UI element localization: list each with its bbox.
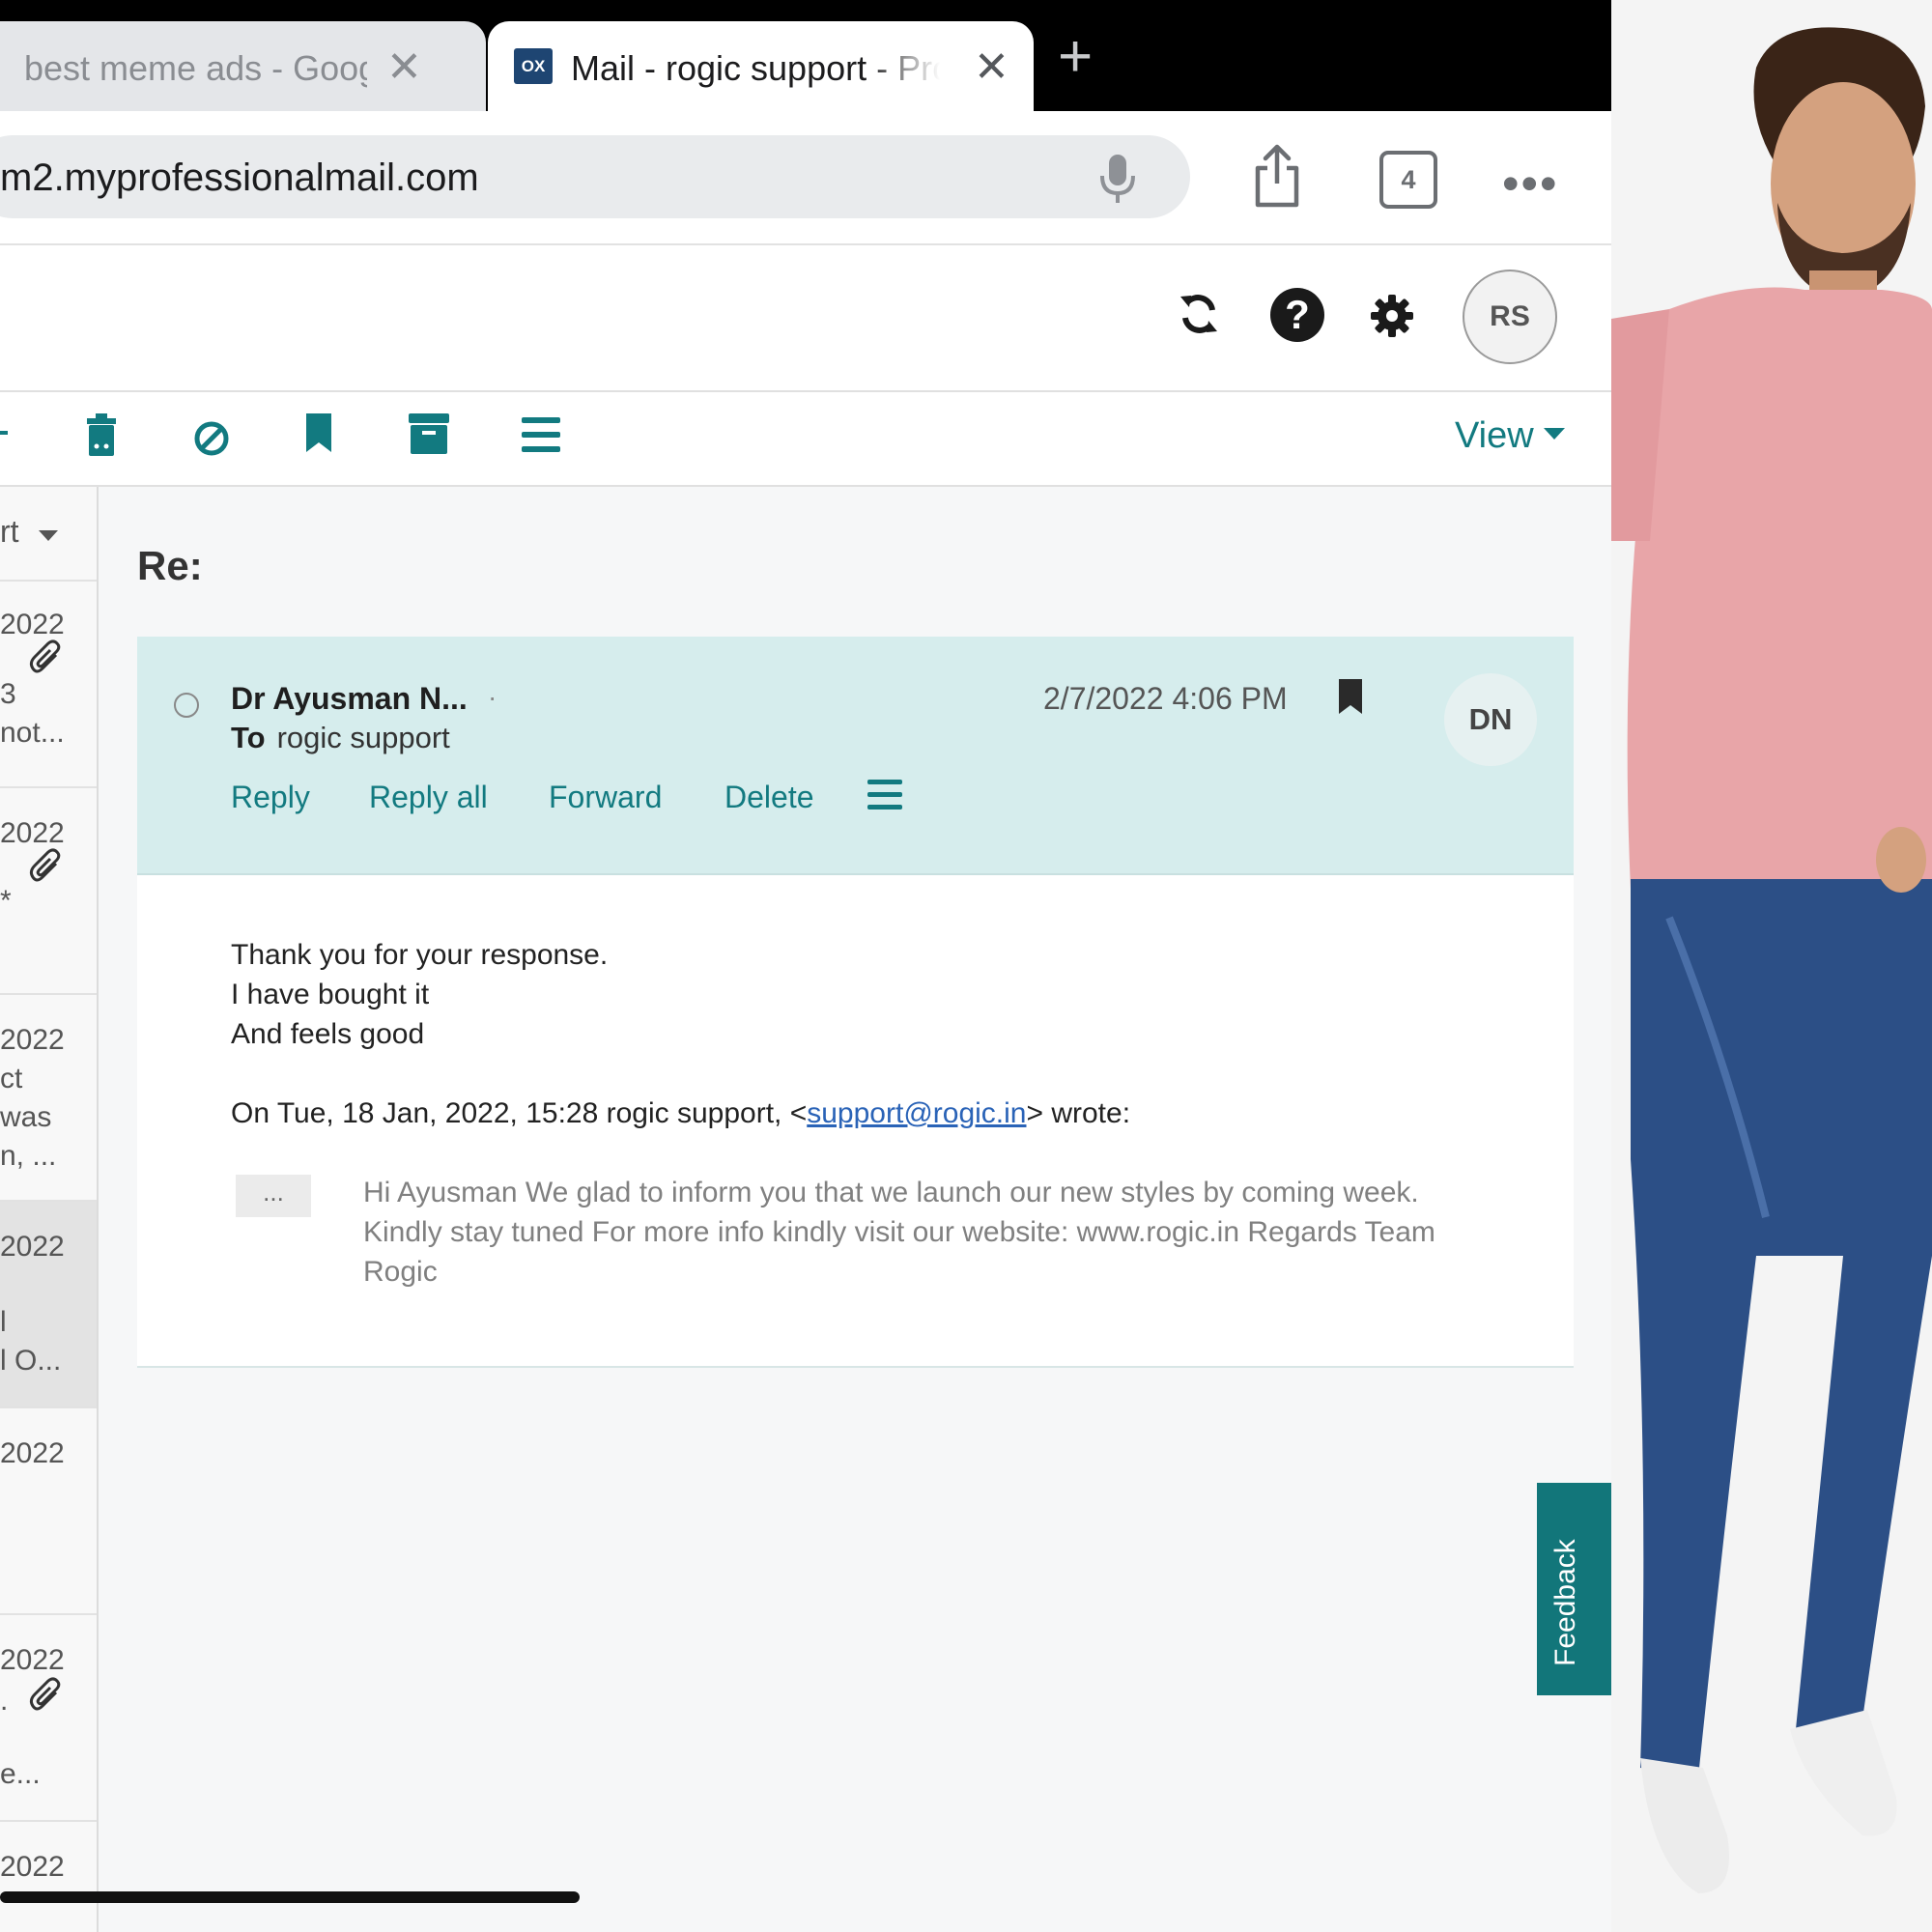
list-item-text: was	[0, 1101, 52, 1133]
list-item-text: l O...	[0, 1345, 62, 1377]
share-icon[interactable]	[1250, 143, 1304, 209]
mail-toolbar: View	[0, 392, 1611, 487]
list-item[interactable]: 2022 *	[0, 788, 97, 995]
delete-trash-icon[interactable]	[85, 413, 118, 456]
reply-button[interactable]: Reply	[231, 780, 310, 815]
list-item-selected[interactable]: 2022 l l O...	[0, 1202, 97, 1408]
archive-icon[interactable]	[409, 413, 449, 454]
view-label: View	[1455, 415, 1534, 456]
model-illustration	[1611, 27, 1932, 1893]
feedback-label: Feedback	[1549, 1539, 1581, 1666]
list-item-date: 2022	[0, 1851, 65, 1883]
bookmark-flag-icon[interactable]	[1338, 679, 1363, 714]
body-line: Thank you for your response.	[231, 939, 609, 971]
body-line: I have bought it	[231, 979, 430, 1010]
more-actions-menu-icon[interactable]	[522, 417, 560, 452]
list-item[interactable]: 2022 ct was n, ...	[0, 995, 97, 1202]
recipient-name[interactable]: rogic support	[277, 721, 450, 754]
reading-pane: Re: Dr Ayusman N... · To rogic support 2/…	[99, 487, 1611, 1932]
list-item-text: not...	[0, 717, 65, 749]
sender-avatar[interactable]: DN	[1444, 673, 1537, 766]
scroll-indicator	[0, 1891, 580, 1903]
url-bar[interactable]: m2.myprofessionalmail.com	[0, 135, 1190, 218]
tab-mail[interactable]: OX Mail - rogic support - Pro ✕	[488, 21, 1034, 111]
refresh-icon[interactable]	[1179, 289, 1219, 339]
tab-best-meme-ads[interactable]: best meme ads - Google ✕	[0, 21, 486, 111]
bookmark-flag-icon[interactable]	[305, 413, 332, 452]
list-item-date: 2022	[0, 817, 65, 849]
message-date: 2/7/2022 4:06 PM	[1043, 681, 1288, 716]
user-avatar[interactable]: RS	[1463, 270, 1557, 364]
ox-favicon-icon: OX	[514, 48, 553, 84]
quote-header-suffix: > wrote:	[1026, 1097, 1131, 1129]
list-item-text: .	[0, 1685, 9, 1717]
view-dropdown[interactable]: View	[1455, 415, 1565, 457]
sender-name[interactable]: Dr Ayusman N...	[231, 681, 468, 717]
email-link[interactable]: support@rogic.in	[807, 1097, 1026, 1129]
url-text: m2.myprofessionalmail.com	[0, 156, 479, 199]
advertisement-image	[1611, 0, 1932, 1932]
reply-all-button[interactable]: Reply all	[369, 780, 488, 815]
list-item-date: 2022	[0, 1231, 65, 1263]
list-item-date: 2022	[0, 1644, 65, 1676]
tab-count-button[interactable]: 4	[1379, 151, 1437, 209]
app-header: ? RS	[0, 245, 1611, 392]
sort-header[interactable]: rt	[0, 487, 97, 582]
microphone-icon[interactable]	[1096, 153, 1139, 205]
address-row: m2.myprofessionalmail.com	[0, 111, 1611, 245]
to-label: To	[231, 721, 266, 754]
attachment-paperclip-icon	[29, 848, 61, 882]
show-quoted-text-button[interactable]: ...	[236, 1175, 311, 1217]
message-body: Thank you for your response. I have boug…	[137, 875, 1574, 1368]
list-item-text: l	[0, 1306, 7, 1338]
spam-block-icon[interactable]	[192, 419, 231, 458]
list-item-text: ct	[0, 1063, 23, 1094]
gear-icon[interactable]	[1370, 294, 1414, 338]
sort-label: rt	[0, 514, 19, 549]
body-line: And feels good	[231, 1018, 425, 1050]
message-subject: Re:	[137, 543, 203, 588]
message-header: Dr Ayusman N... · To rogic support 2/7/20…	[137, 637, 1574, 875]
select-checkbox[interactable]	[174, 693, 199, 718]
browser-tab-bar: best meme ads - Google ✕ OX Mail - rogic…	[0, 0, 1611, 111]
help-icon[interactable]: ?	[1270, 288, 1324, 342]
tab-title: best meme ads - Google	[24, 48, 367, 88]
list-item-date: 2022	[0, 1437, 65, 1469]
list-item[interactable]: 2022	[0, 1822, 97, 1932]
message-menu-icon[interactable]	[867, 780, 902, 810]
quoted-text: Hi Ayusman We glad to inform you that we…	[363, 1177, 1435, 1288]
delete-button[interactable]: Delete	[724, 780, 814, 815]
quote-header: On Tue, 18 Jan, 2022, 15:28 rogic suppor…	[231, 1097, 1130, 1130]
feedback-button[interactable]: Feedback	[1537, 1483, 1611, 1695]
list-item[interactable]: 2022	[0, 1408, 97, 1615]
close-icon[interactable]: ✕	[386, 43, 422, 92]
caret-down-icon	[1543, 427, 1565, 440]
list-item-text: e...	[0, 1758, 41, 1790]
message-list: rt 2022 3 not... 2022 * 2022 ct was n, .…	[0, 487, 99, 1932]
list-item-text: n, ...	[0, 1140, 57, 1172]
list-item-date: 2022	[0, 609, 65, 640]
list-item-date: 2022	[0, 1024, 65, 1056]
caret-down-icon	[39, 530, 58, 541]
more-options-icon[interactable]: •••	[1502, 159, 1559, 208]
list-item-text: *	[0, 885, 12, 917]
partial-edge-icon	[0, 431, 8, 435]
attachment-paperclip-icon	[29, 1677, 61, 1711]
list-item[interactable]: 2022 3 not...	[0, 582, 97, 788]
presence-dot-icon: ·	[488, 682, 497, 712]
list-item[interactable]: 2022 . e...	[0, 1615, 97, 1822]
tab-title: Mail - rogic support - Pro	[571, 48, 940, 88]
close-icon[interactable]: ✕	[974, 43, 1009, 92]
attachment-paperclip-icon	[29, 639, 61, 673]
new-tab-plus-icon[interactable]: +	[1058, 27, 1093, 87]
list-item-text: 3	[0, 678, 16, 710]
quote-header-prefix: On Tue, 18 Jan, 2022, 15:28 rogic suppor…	[231, 1097, 808, 1129]
forward-button[interactable]: Forward	[549, 780, 662, 815]
recipient-row: To rogic support	[231, 721, 450, 755]
